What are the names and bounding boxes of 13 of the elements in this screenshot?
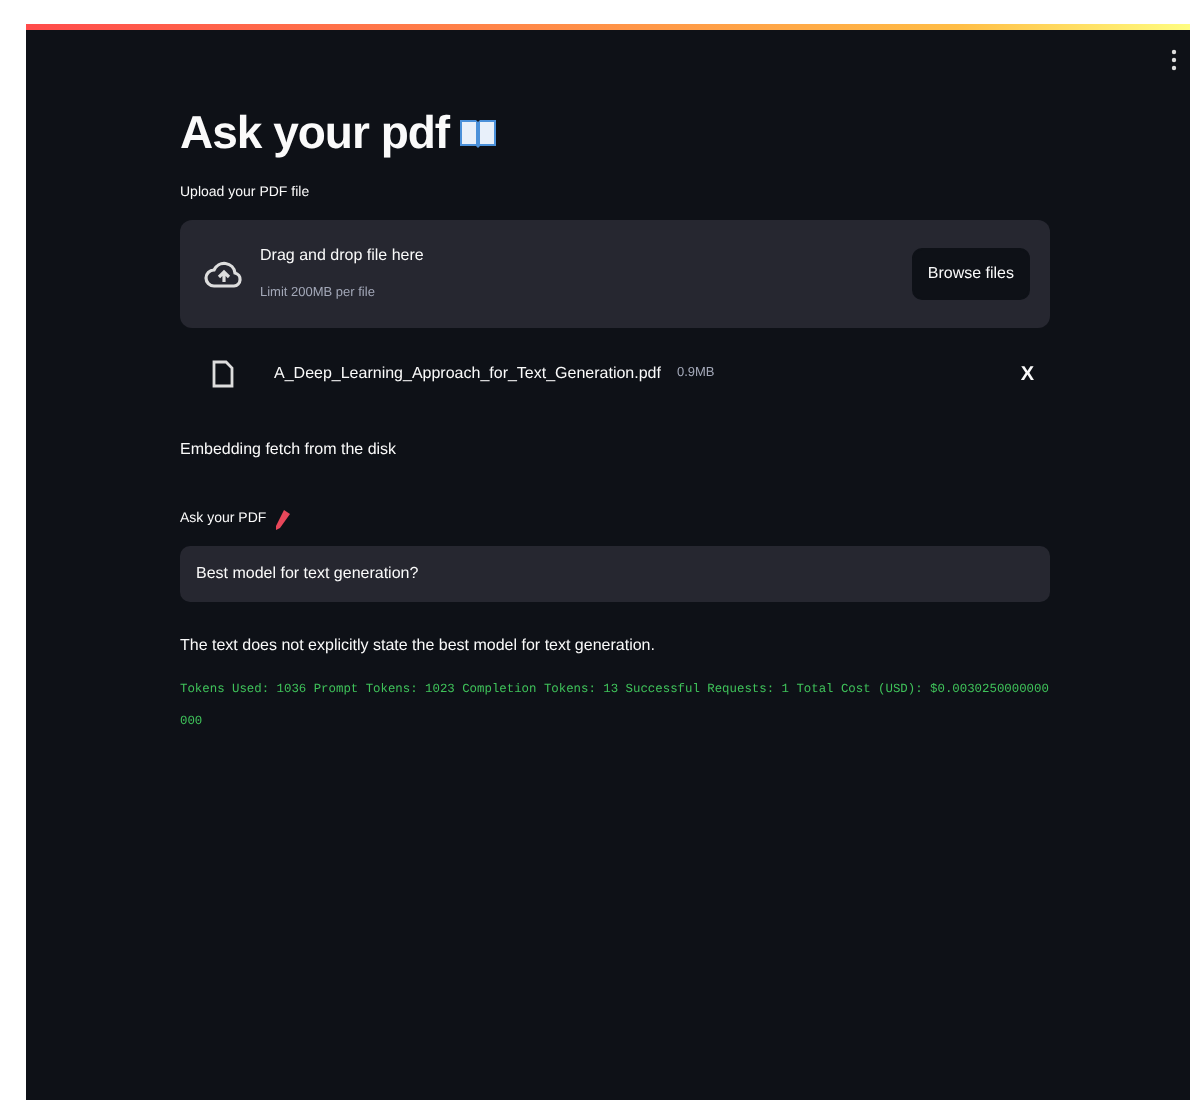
file-icon [212, 360, 234, 389]
browse-files-button[interactable]: Browse files [911, 247, 1030, 300]
book-icon [457, 116, 498, 149]
answer-text: The text does not explicitly state the best model for text generation. [180, 634, 657, 659]
crayon-icon [274, 510, 291, 530]
file-name: A_Deep_Learning_Approach_for_Text_Generation.pdf [274, 362, 661, 387]
menu-icon[interactable] [1170, 48, 1178, 72]
status-message: Embedding fetch from the disk [180, 437, 399, 462]
remove-file-button[interactable]: X [1020, 359, 1034, 390]
page-title: Ask your pdf [180, 104, 450, 162]
question-input[interactable]: Best model for text generation? [180, 546, 1050, 603]
cloud-upload-icon [204, 257, 244, 290]
dropzone-instruction: Drag and drop file here [260, 244, 426, 268]
